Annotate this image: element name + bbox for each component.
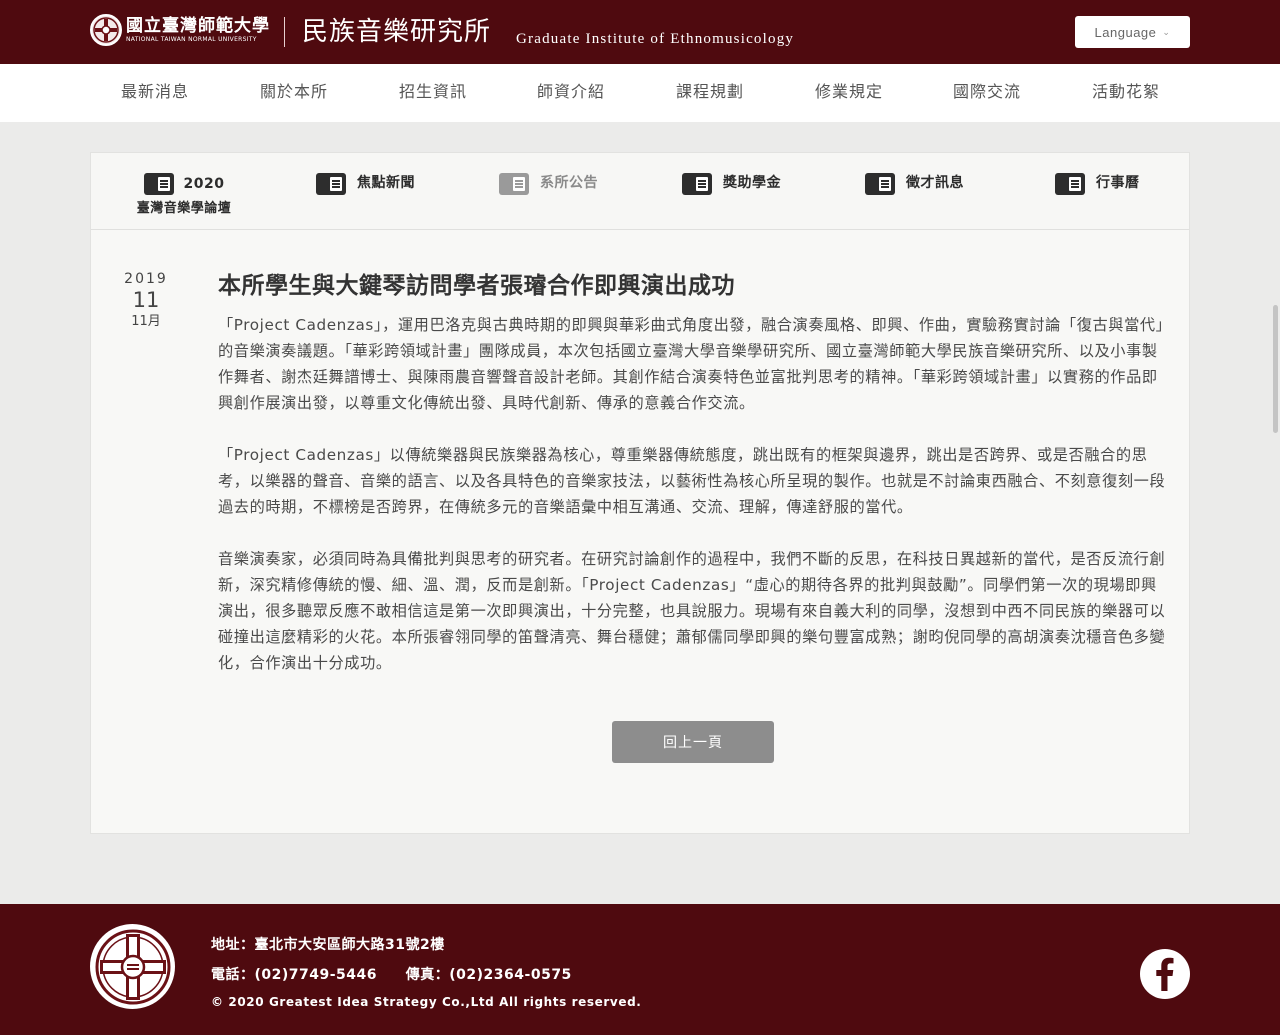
news-icon <box>865 173 895 195</box>
chevron-down-icon: ⌄ <box>1162 26 1171 37</box>
footer-address: 地址：臺北市大安區師大路31號2樓 <box>211 937 445 953</box>
news-icon <box>682 173 712 195</box>
article-paragraph: 音樂演奏家，必須同時為具備批判與思考的研究者。在研究討論創作的過程中，我們不斷的… <box>218 550 1166 672</box>
article-card: 2020 臺灣音樂學論壇 焦點新聞 系所公告 獎助學金 徵才訊息 行事曆 201… <box>90 152 1190 834</box>
nav-item-regulations[interactable]: 修業規定 <box>794 64 904 122</box>
footer-fax: 傳真：(02)2364-0575 <box>405 967 572 983</box>
date-month: 11月 <box>131 314 161 329</box>
site-header: 國立臺灣師範大學 NATIONAL TAIWAN NORMAL UNIVERSI… <box>0 0 1280 64</box>
footer-phone: 電話：(02)7749-5446 <box>211 967 378 983</box>
footer-copyright: © 2020 Greatest Idea Strategy Co.,Ltd Al… <box>211 995 642 1009</box>
category-tabs: 2020 臺灣音樂學論壇 焦點新聞 系所公告 獎助學金 徵才訊息 行事曆 <box>91 153 1189 230</box>
news-icon <box>143 173 174 195</box>
tab-announcements[interactable]: 系所公告 <box>499 173 598 217</box>
main-nav: 最新消息 關於本所 招生資訊 師資介紹 課程規劃 修業規定 國際交流 活動花絮 <box>0 64 1280 122</box>
nav-item-international[interactable]: 國際交流 <box>932 64 1042 122</box>
language-label: Language <box>1094 24 1157 40</box>
university-logo[interactable]: 國立臺灣師範大學 NATIONAL TAIWAN NORMAL UNIVERSI… <box>90 14 270 46</box>
institute-name-en: Graduate Institute of Ethnomusicology <box>516 31 795 47</box>
news-icon <box>499 173 529 195</box>
tab-scholarships[interactable]: 獎助學金 <box>682 173 781 217</box>
tab-label: 焦點新聞 <box>357 175 415 191</box>
university-seal-icon <box>90 14 122 46</box>
tab-calendar[interactable]: 行事曆 <box>1055 173 1140 217</box>
nav-item-faculty[interactable]: 師資介紹 <box>516 64 626 122</box>
scrollbar-thumb[interactable] <box>1273 305 1278 433</box>
logo-divider <box>284 17 285 47</box>
date-day: 11 <box>132 288 160 312</box>
article-paragraph: 「Project Cadenzas」，運用巴洛克與古典時期的即興與華彩曲式角度出… <box>218 316 1164 412</box>
nav-item-news[interactable]: 最新消息 <box>100 64 210 122</box>
article-paragraph: 「Project Cadenzas」以傳統樂器與民族樂器為核心，尊重樂器傳統態度… <box>218 446 1166 516</box>
footer-phone-fax: 電話：(02)7749-5446 傳真：(02)2364-0575 <box>211 960 641 990</box>
article-title: 本所學生與大鍵琴訪問學者張璿合作即興演出成功 <box>218 273 735 299</box>
language-button[interactable]: Language ⌄ <box>1075 16 1190 48</box>
news-icon <box>316 173 346 195</box>
tab-forum[interactable]: 2020 臺灣音樂學論壇 <box>129 173 239 217</box>
nav-item-curriculum[interactable]: 課程規劃 <box>655 64 765 122</box>
nav-item-admissions[interactable]: 招生資訊 <box>378 64 488 122</box>
tab-label: 獎助學金 <box>723 175 781 191</box>
nav-item-about[interactable]: 關於本所 <box>239 64 349 122</box>
nav-item-gallery[interactable]: 活動花絮 <box>1071 64 1181 122</box>
tab-label: 系所公告 <box>540 175 598 191</box>
tab-recruitment[interactable]: 徵才訊息 <box>865 173 964 217</box>
tab-label: 行事曆 <box>1096 175 1140 191</box>
tab-forum-title: 臺灣音樂學論壇 <box>136 201 232 216</box>
footer-contact: 地址：臺北市大安區師大路31號2樓 電話：(02)7749-5446 傳真：(0… <box>211 930 641 1014</box>
tab-label: 徵才訊息 <box>906 175 964 191</box>
university-seal-icon <box>90 924 175 1009</box>
facebook-icon[interactable] <box>1140 949 1190 999</box>
institute-name[interactable]: 民族音樂研究所 <box>302 14 491 50</box>
university-name-en: NATIONAL TAIWAN NORMAL UNIVERSITY <box>126 36 257 43</box>
site-footer: 地址：臺北市大安區師大路31號2樓 電話：(02)7749-5446 傳真：(0… <box>0 904 1280 1035</box>
tab-featured-news[interactable]: 焦點新聞 <box>316 173 415 217</box>
tab-forum-year: 2020 <box>183 176 225 192</box>
article-body: 「Project Cadenzas」，運用巴洛克與古典時期的即興與華彩曲式角度出… <box>218 312 1170 702</box>
article-date: 2019 11 11月 <box>119 271 173 331</box>
university-name: 國立臺灣師範大學 <box>126 16 270 36</box>
date-year: 2019 <box>124 271 168 287</box>
back-button[interactable]: 回上一頁 <box>612 721 774 763</box>
news-icon <box>1055 173 1085 195</box>
